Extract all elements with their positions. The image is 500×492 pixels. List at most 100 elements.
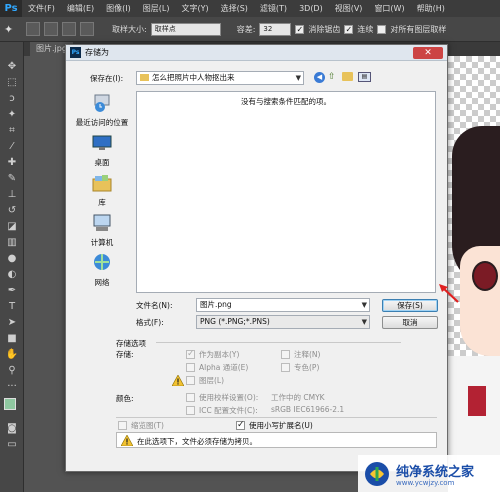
- zoom-tool-icon[interactable]: ⚲: [0, 362, 24, 378]
- place-computer[interactable]: 计算机: [72, 213, 132, 248]
- place-network-label: 网络: [94, 278, 110, 287]
- up-folder-icon[interactable]: ⇧: [328, 72, 336, 82]
- place-recent[interactable]: 最近访问的位置: [72, 93, 132, 128]
- shape-tool-icon[interactable]: ■: [0, 330, 24, 346]
- color-label: 颜色:: [116, 394, 134, 403]
- magic-wand-tool-icon[interactable]: ✦: [0, 106, 24, 122]
- notes-label: 注释(N): [294, 350, 321, 359]
- menu-filter[interactable]: 滤镜(T): [254, 3, 293, 14]
- save-in-label: 保存在(I):: [90, 74, 124, 83]
- antialias-checkbox[interactable]: ✓: [295, 24, 305, 34]
- menu-view[interactable]: 视图(V): [329, 3, 369, 14]
- format-select[interactable]: PNG (*.PNG;*.PNS) ▼: [196, 315, 370, 329]
- menu-file[interactable]: 文件(F): [22, 3, 61, 14]
- filename-value: 图片.png: [200, 300, 232, 309]
- healing-tool-icon[interactable]: ✚: [0, 154, 24, 170]
- as-copy-checkbox[interactable]: [186, 349, 195, 359]
- brush-tool-icon[interactable]: ✎: [0, 170, 24, 186]
- menu-image[interactable]: 图像(I): [100, 3, 137, 14]
- stamp-tool-icon[interactable]: ⊥: [0, 186, 24, 202]
- crop-tool-icon[interactable]: ⌗: [0, 122, 24, 138]
- magic-wand-icon[interactable]: ✦: [4, 23, 22, 36]
- all-layers-checkbox[interactable]: [377, 24, 387, 34]
- antialias-label: 消除锯齿: [308, 24, 341, 34]
- back-icon[interactable]: ◀: [314, 72, 325, 83]
- menu-layer[interactable]: 图层(L): [137, 3, 176, 14]
- watermark-logo-icon: [365, 461, 389, 486]
- history-brush-icon[interactable]: ↺: [0, 202, 24, 218]
- quick-mask-icon[interactable]: ◙: [0, 420, 24, 436]
- lasso-tool-icon[interactable]: ↄ: [0, 90, 24, 106]
- marquee-tool-icon[interactable]: ⬚: [0, 74, 24, 90]
- filename-input[interactable]: 图片.png ▼: [196, 298, 370, 312]
- menu-edit[interactable]: 编辑(E): [61, 3, 100, 14]
- warning-text: 在此选项下，文件必须存储为拷贝。: [137, 437, 257, 446]
- type-tool-icon[interactable]: T: [0, 298, 24, 314]
- options-title: 存储选项: [116, 339, 146, 348]
- gradient-tool-icon[interactable]: ▥: [0, 234, 24, 250]
- notes-checkbox[interactable]: [281, 350, 290, 359]
- tolerance-input[interactable]: 32: [259, 22, 292, 36]
- layers-checkbox[interactable]: [186, 376, 195, 385]
- subtract-selection-icon[interactable]: [62, 22, 76, 36]
- chevron-down-icon: ▼: [361, 318, 367, 326]
- sample-size-select[interactable]: 取样点: [150, 22, 221, 36]
- thumbnail-label: 缩览图(T): [131, 421, 164, 430]
- filename-label: 文件名(N):: [136, 301, 173, 310]
- save-as-dialog: Ps 存储为 ✕ 保存在(I): 怎么把照片中人物抠出来 ▼ ◀ ⇧ ▤ 最近访…: [65, 44, 448, 472]
- place-desktop[interactable]: 桌面: [72, 133, 132, 168]
- thumbnail-checkbox[interactable]: [118, 421, 127, 430]
- menu-window[interactable]: 窗口(W): [368, 3, 410, 14]
- thumbnail-divider: [116, 417, 437, 418]
- spot-checkbox[interactable]: [281, 363, 290, 372]
- menu-type[interactable]: 文字(Y): [175, 3, 214, 14]
- close-icon[interactable]: ✕: [413, 47, 443, 59]
- empty-message: 没有与搜索条件匹配的项。: [241, 97, 331, 106]
- icc-checkbox[interactable]: [186, 406, 195, 415]
- canvas[interactable]: [448, 56, 500, 492]
- format-label: 格式(F):: [136, 318, 164, 327]
- dodge-tool-icon[interactable]: ◐: [0, 266, 24, 282]
- add-selection-icon[interactable]: [44, 22, 58, 36]
- alpha-checkbox[interactable]: [186, 363, 195, 372]
- new-selection-icon[interactable]: [26, 22, 40, 36]
- path-select-tool-icon[interactable]: ➤: [0, 314, 24, 330]
- lowercase-ext-checkbox[interactable]: [236, 420, 245, 430]
- blur-tool-icon[interactable]: ●: [0, 250, 24, 266]
- new-folder-icon[interactable]: [342, 72, 353, 81]
- menu-3d[interactable]: 3D(D): [293, 4, 329, 13]
- contiguous-checkbox[interactable]: ✓: [344, 24, 354, 34]
- menu-select[interactable]: 选择(S): [215, 3, 254, 14]
- save-button[interactable]: 保存(S): [382, 299, 438, 312]
- place-library[interactable]: 库: [72, 173, 132, 208]
- dialog-titlebar[interactable]: Ps 存储为 ✕: [66, 45, 447, 61]
- color-swatches[interactable]: [0, 396, 24, 420]
- hand-tool-icon[interactable]: ✋: [0, 346, 24, 362]
- all-layers-label: 对所有图层取样: [390, 24, 447, 34]
- proof-checkbox[interactable]: [186, 393, 195, 402]
- character-tie: [468, 386, 486, 416]
- library-icon: [92, 175, 112, 192]
- tools-panel: ✥ ⬚ ↄ ✦ ⌗ ⁄ ✚ ✎ ⊥ ↺ ◪ ▥ ● ◐ ✒ T ➤ ■ ✋ ⚲ …: [0, 42, 24, 492]
- lowercase-ext-label: 使用小写扩展名(U): [249, 421, 313, 430]
- save-in-select[interactable]: 怎么把照片中人物抠出来 ▼: [136, 71, 304, 85]
- layers-label: 图层(L): [199, 376, 225, 385]
- watermark-url: www.ycwjzy.com: [396, 478, 455, 487]
- computer-icon: [93, 214, 111, 231]
- move-tool-icon[interactable]: ✥: [0, 58, 24, 74]
- menu-help[interactable]: 帮助(H): [411, 3, 451, 14]
- view-menu-icon[interactable]: ▤: [358, 72, 371, 82]
- screen-mode-icon[interactable]: ▭: [0, 436, 24, 452]
- warning-notice: 在此选项下，文件必须存储为拷贝。: [116, 432, 437, 448]
- eraser-tool-icon[interactable]: ◪: [0, 218, 24, 234]
- place-library-label: 库: [98, 198, 106, 207]
- ps-app-icon: Ps: [70, 47, 81, 58]
- intersect-selection-icon[interactable]: [80, 22, 94, 36]
- cancel-button[interactable]: 取消: [382, 316, 438, 329]
- eyedropper-tool-icon[interactable]: ⁄: [0, 138, 24, 154]
- place-network[interactable]: 网络: [72, 253, 132, 288]
- file-list-pane[interactable]: 没有与搜索条件匹配的项。: [136, 91, 436, 293]
- foreground-color[interactable]: [4, 398, 16, 410]
- pen-tool-icon[interactable]: ✒: [0, 282, 24, 298]
- more-tools-icon[interactable]: ···: [0, 378, 24, 394]
